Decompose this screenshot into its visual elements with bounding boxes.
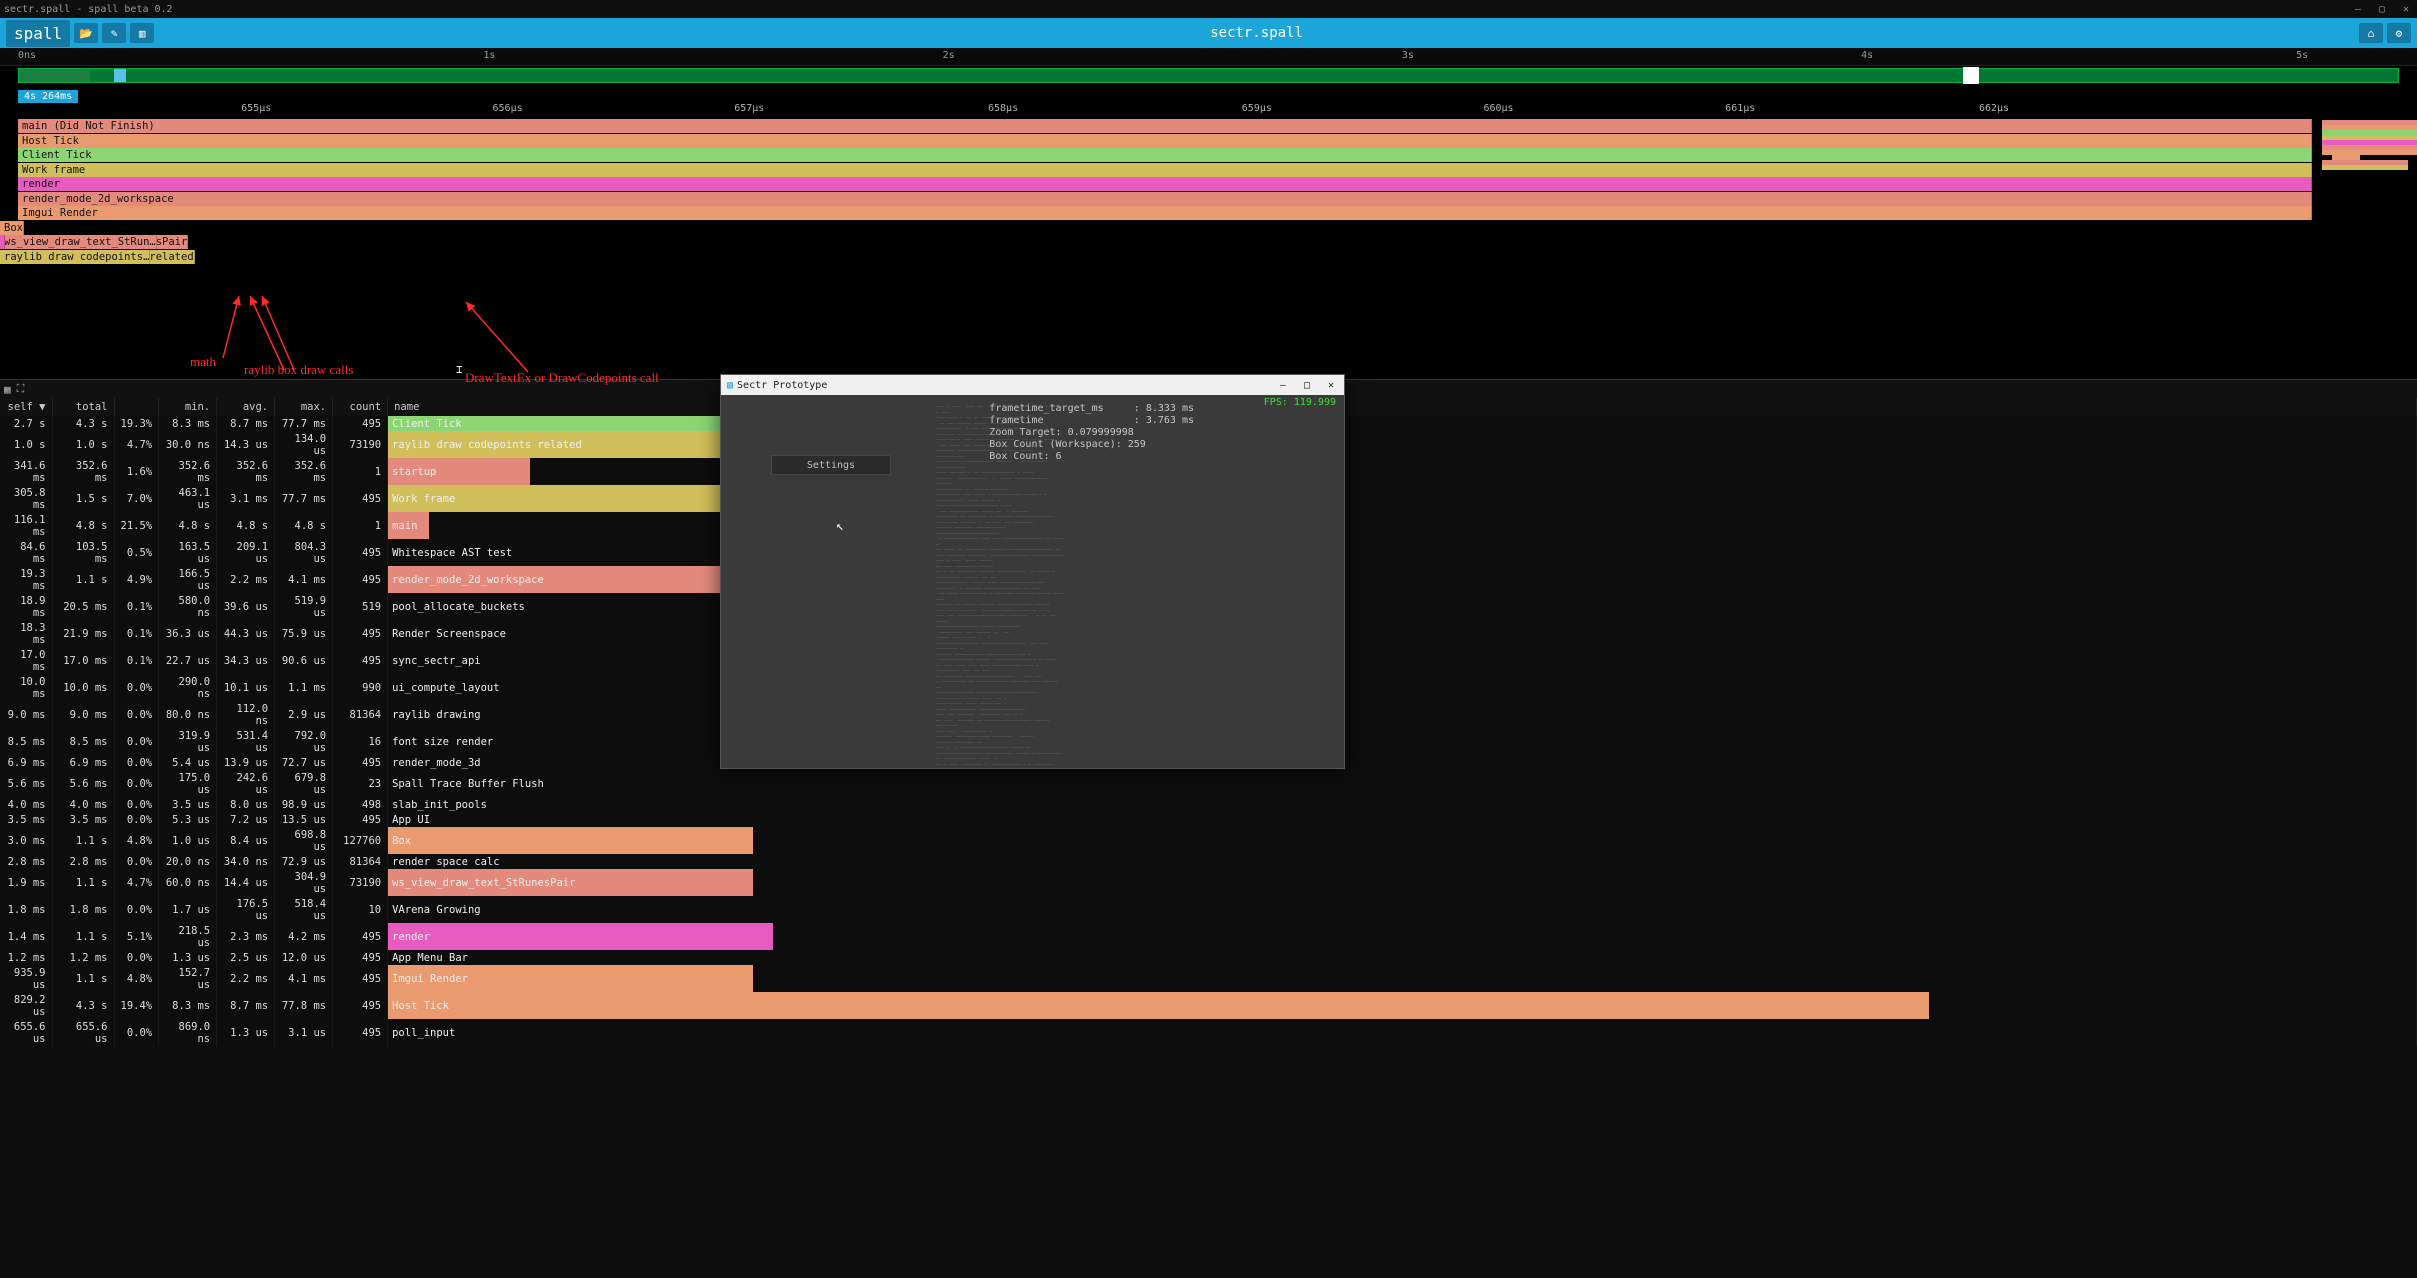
col-name[interactable]: name — [388, 398, 2417, 416]
mini-map[interactable] — [2322, 120, 2417, 200]
minimize-icon[interactable]: — — [2351, 4, 2365, 15]
col-total[interactable]: total — [52, 398, 114, 416]
ruler-tick: 0ns — [18, 50, 36, 61]
table-row[interactable]: 655.6 us655.6 us0.0%869.0 ns1.3 us3.1 us… — [0, 1019, 2417, 1046]
sub-close-icon[interactable]: ✕ — [1324, 380, 1338, 391]
ruler-tick: 3s — [1402, 50, 1414, 61]
time-badge: 4s 264ms — [18, 90, 78, 103]
maximize-icon[interactable]: ▢ — [2375, 4, 2389, 15]
sample-text-block: ——— — ——— ——— —— — ——— —————— —— —— ——— … — [936, 405, 1066, 768]
ruler-dtick: 658µs — [988, 103, 1018, 114]
flame-span[interactable]: render_mode_2d_workspace — [18, 192, 2312, 206]
col-self[interactable]: self ▼ — [0, 398, 52, 416]
ruler-seconds[interactable]: 0ns 1s 2s 3s 4s 5s — [0, 48, 2417, 66]
flame-span[interactable]: raylib draw codepoints… — [0, 250, 150, 264]
sub-maximize-icon[interactable]: □ — [1300, 380, 1314, 391]
expand-icon[interactable]: ⛶ — [17, 382, 25, 396]
tool-config-icon[interactable]: ✎ — [102, 23, 126, 43]
ruler-tick: 5s — [2296, 50, 2308, 61]
ruler-dtick: 660µs — [1483, 103, 1513, 114]
chart-icon[interactable]: ▥ — [130, 23, 154, 43]
subwindow-body: FPS: 119.999 frametime_target_ms : 8.333… — [721, 395, 1344, 768]
ruler-tick: 4s — [1861, 50, 1873, 61]
table-row[interactable]: 5.6 ms5.6 ms0.0%175.0 us242.6 us679.8 us… — [0, 770, 2417, 797]
os-titlebar: sectr.spall - spall beta 0.2 — ▢ ✕ — [0, 0, 2417, 18]
main-pane: 0ns 1s 2s 3s 4s 5s 4s 264ms 655µs 656µs … — [0, 48, 2417, 1278]
ruler-dtick: 661µs — [1725, 103, 1755, 114]
col-count[interactable]: count — [333, 398, 388, 416]
home-icon[interactable]: ⌂ — [2359, 23, 2383, 43]
subwindow-icon: ▧ — [727, 380, 733, 391]
ruler-dtick: 656µs — [493, 103, 523, 114]
ruler-tick: 2s — [943, 50, 955, 61]
table-row[interactable]: 3.5 ms3.5 ms0.0%5.3 us7.2 us13.5 us495Ap… — [0, 812, 2417, 827]
col-max[interactable]: max. — [275, 398, 333, 416]
flame-span[interactable]: ws_view_draw_text_StRun… — [0, 235, 157, 249]
sub-minimize-icon[interactable]: — — [1276, 380, 1290, 391]
flame-span[interactable]: Box — [0, 221, 24, 235]
flame-span[interactable]: render — [18, 177, 2312, 191]
col-min[interactable]: min. — [159, 398, 217, 416]
ruler-dtick: 655µs — [241, 103, 271, 114]
table-row[interactable]: 829.2 us4.3 s19.4%8.3 ms8.7 ms77.8 ms495… — [0, 992, 2417, 1019]
table-row[interactable]: 4.0 ms4.0 ms0.0%3.5 us8.0 us98.9 us498sl… — [0, 797, 2417, 812]
settings-button[interactable]: Settings — [771, 455, 891, 475]
flame-graph[interactable]: main (Did Not Finish)Host TickClient Tic… — [0, 119, 2417, 379]
table-row[interactable]: 1.4 ms1.1 s5.1%218.5 us2.3 ms4.2 ms495re… — [0, 923, 2417, 950]
overview-bar[interactable] — [18, 68, 2399, 83]
subwindow-title-text: Sectr Prototype — [737, 380, 827, 391]
flame-sliver[interactable] — [0, 235, 5, 249]
close-icon[interactable]: ✕ — [2399, 4, 2413, 15]
table-row[interactable]: 1.8 ms1.8 ms0.0%1.7 us176.5 us518.4 us10… — [0, 896, 2417, 923]
table-row[interactable]: 1.2 ms1.2 ms0.0%1.3 us2.5 us12.0 us495Ap… — [0, 950, 2417, 965]
table-row[interactable]: 3.0 ms1.1 s4.8%1.0 us8.4 us698.8 us12776… — [0, 827, 2417, 854]
flame-span[interactable]: Work frame — [18, 163, 2312, 177]
flame-span[interactable]: Client Tick — [18, 148, 2312, 162]
gear-icon[interactable]: ⚙ — [2387, 23, 2411, 43]
ruler-detail[interactable]: 655µs 656µs 657µs 658µs 659µs 660µs 661µ… — [0, 103, 2417, 119]
app-toolbar: spall 📂 ✎ ▥ sectr.spall ⌂ ⚙ — [0, 18, 2417, 48]
ruler-dtick: 659µs — [1242, 103, 1272, 114]
app-brand[interactable]: spall — [6, 20, 70, 47]
os-title: sectr.spall - spall beta 0.2 — [4, 4, 173, 15]
table-row[interactable]: 2.8 ms2.8 ms0.0%20.0 ns34.0 ns72.9 us813… — [0, 854, 2417, 869]
table-row[interactable]: 935.9 us1.1 s4.8%152.7 us2.2 ms4.1 ms495… — [0, 965, 2417, 992]
col-pct[interactable] — [114, 398, 159, 416]
subwindow-titlebar[interactable]: ▧ Sectr Prototype — □ ✕ — [721, 375, 1344, 395]
ruler-dtick: 662µs — [1979, 103, 2009, 114]
ruler-tick: 1s — [483, 50, 495, 61]
mouse-cursor-icon: ↖ — [836, 519, 844, 534]
loaded-filename: sectr.spall — [1210, 25, 1303, 41]
flame-span[interactable]: Host Tick — [18, 134, 2312, 148]
flame-span[interactable]: Imgui Render — [18, 206, 2312, 220]
open-file-icon[interactable]: 📂 — [74, 23, 98, 43]
flame-span[interactable]: main (Did Not Finish) — [18, 119, 2312, 133]
table-row[interactable]: 1.9 ms1.1 s4.7%60.0 ns14.4 us304.9 us731… — [0, 869, 2417, 896]
grid-view-icon[interactable]: ▦ — [4, 383, 11, 396]
ruler-dtick: 657µs — [734, 103, 764, 114]
fps-readout: FPS: 119.999 — [1264, 397, 1336, 408]
col-avg[interactable]: avg. — [217, 398, 275, 416]
sectr-prototype-window[interactable]: ▧ Sectr Prototype — □ ✕ FPS: 119.999 fra… — [720, 374, 1345, 769]
